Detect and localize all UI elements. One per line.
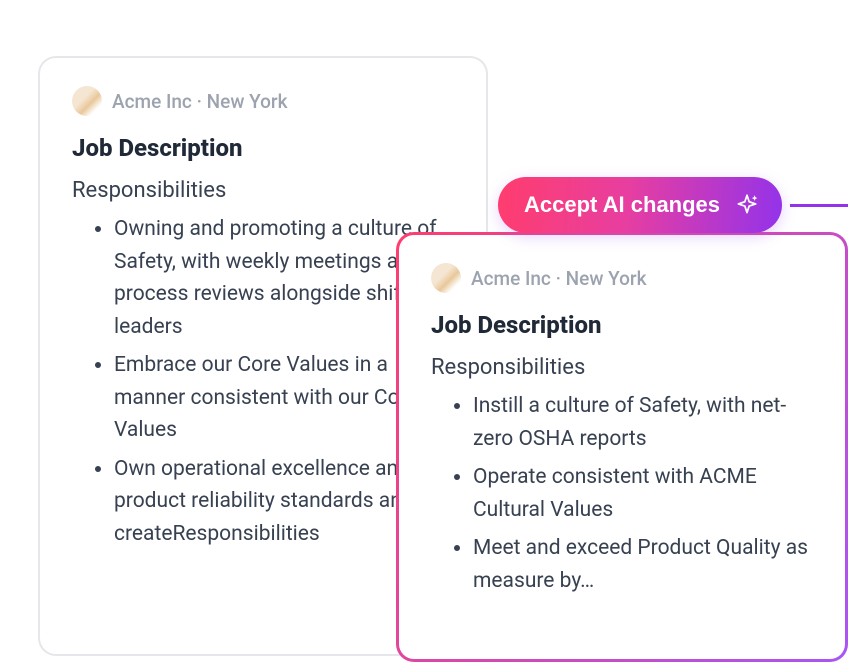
responsibilities-list-ai: Instill a culture of Safety, with net-ze… — [431, 390, 813, 597]
accept-ai-changes-button[interactable]: Accept AI changes — [498, 177, 782, 233]
gradient-connector-line — [790, 204, 848, 207]
meta-separator: · — [551, 267, 566, 290]
sparkle-icon — [734, 192, 760, 218]
company-name: Acme Inc — [471, 267, 551, 290]
job-card-ai-suggestion: Acme Inc · New York Job Description Resp… — [396, 232, 848, 662]
responsibilities-heading: Responsibilities — [431, 355, 813, 380]
company-meta-text: Acme Inc · New York — [471, 267, 647, 290]
company-meta-row: Acme Inc · New York — [431, 263, 813, 293]
company-avatar — [72, 86, 102, 116]
accept-button-label: Accept AI changes — [524, 192, 720, 218]
company-meta-text: Acme Inc · New York — [112, 90, 288, 113]
list-item: Instill a culture of Safety, with net-ze… — [473, 390, 813, 455]
company-name: Acme Inc — [112, 90, 192, 113]
company-meta-row: Acme Inc · New York — [72, 86, 454, 116]
company-location: New York — [207, 90, 288, 113]
company-location: New York — [566, 267, 647, 290]
list-item: Meet and exceed Product Quality as measu… — [473, 532, 813, 597]
meta-separator: · — [192, 90, 207, 113]
list-item: Operate consistent with ACME Cultural Va… — [473, 461, 813, 526]
responsibilities-heading: Responsibilities — [72, 178, 454, 203]
job-title: Job Description — [431, 311, 813, 339]
company-avatar — [431, 263, 461, 293]
job-title: Job Description — [72, 134, 454, 162]
